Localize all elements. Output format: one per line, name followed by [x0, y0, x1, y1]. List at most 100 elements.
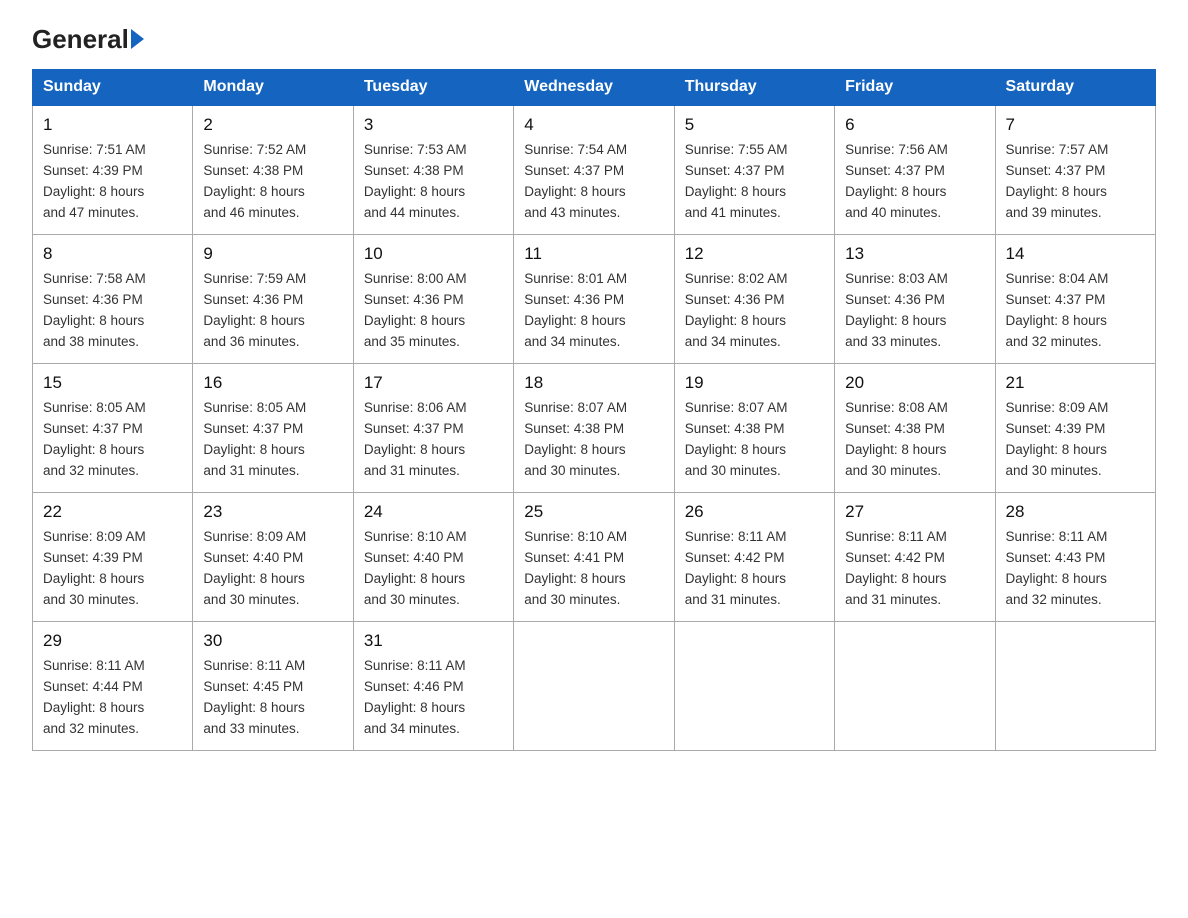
calendar-day-cell: 9 Sunrise: 7:59 AMSunset: 4:36 PMDaylight… [193, 235, 353, 364]
day-number: 24 [364, 499, 503, 525]
day-info: Sunrise: 8:09 AMSunset: 4:39 PMDaylight:… [1006, 400, 1109, 478]
header-saturday: Saturday [995, 70, 1155, 106]
day-number: 21 [1006, 370, 1145, 396]
calendar-day-cell: 27 Sunrise: 8:11 AMSunset: 4:42 PMDayligh… [835, 493, 995, 622]
logo-arrow-icon [131, 29, 144, 49]
day-number: 18 [524, 370, 663, 396]
header-wednesday: Wednesday [514, 70, 674, 106]
calendar-week-row: 8Sunrise: 7:58 AMSunset: 4:36 PMDaylight… [33, 235, 1156, 364]
calendar-day-cell: 24 Sunrise: 8:10 AMSunset: 4:40 PMDayligh… [353, 493, 513, 622]
day-number: 11 [524, 241, 663, 267]
calendar-day-cell: 2 Sunrise: 7:52 AMSunset: 4:38 PMDaylight… [193, 105, 353, 235]
day-number: 9 [203, 241, 342, 267]
calendar-day-cell: 13 Sunrise: 8:03 AMSunset: 4:36 PMDayligh… [835, 235, 995, 364]
day-number: 26 [685, 499, 824, 525]
calendar-day-cell: 12 Sunrise: 8:02 AMSunset: 4:36 PMDayligh… [674, 235, 834, 364]
day-info: Sunrise: 8:03 AMSunset: 4:36 PMDaylight:… [845, 271, 948, 349]
calendar-day-cell: 25 Sunrise: 8:10 AMSunset: 4:41 PMDayligh… [514, 493, 674, 622]
day-info: Sunrise: 8:11 AMSunset: 4:46 PMDaylight:… [364, 658, 466, 736]
calendar-day-cell: 8Sunrise: 7:58 AMSunset: 4:36 PMDaylight… [33, 235, 193, 364]
calendar-day-cell: 5Sunrise: 7:55 AMSunset: 4:37 PMDaylight… [674, 105, 834, 235]
calendar-day-cell: 3 Sunrise: 7:53 AMSunset: 4:38 PMDaylight… [353, 105, 513, 235]
calendar-day-cell: 20Sunrise: 8:08 AMSunset: 4:38 PMDayligh… [835, 364, 995, 493]
day-info: Sunrise: 8:01 AMSunset: 4:36 PMDaylight:… [524, 271, 627, 349]
day-number: 13 [845, 241, 984, 267]
logo: General [32, 24, 144, 51]
day-info: Sunrise: 8:05 AMSunset: 4:37 PMDaylight:… [203, 400, 306, 478]
calendar-day-cell: 18 Sunrise: 8:07 AMSunset: 4:38 PMDayligh… [514, 364, 674, 493]
calendar-day-cell: 19Sunrise: 8:07 AMSunset: 4:38 PMDayligh… [674, 364, 834, 493]
day-number: 20 [845, 370, 984, 396]
day-number: 12 [685, 241, 824, 267]
day-number: 31 [364, 628, 503, 654]
day-number: 4 [524, 112, 663, 138]
day-number: 6 [845, 112, 984, 138]
day-info: Sunrise: 7:54 AMSunset: 4:37 PMDaylight:… [524, 142, 627, 220]
calendar-table: SundayMondayTuesdayWednesdayThursdayFrid… [32, 69, 1156, 751]
day-info: Sunrise: 8:05 AMSunset: 4:37 PMDaylight:… [43, 400, 146, 478]
logo-general-text: General [32, 24, 144, 55]
day-number: 1 [43, 112, 182, 138]
day-number: 27 [845, 499, 984, 525]
day-info: Sunrise: 7:53 AMSunset: 4:38 PMDaylight:… [364, 142, 467, 220]
day-info: Sunrise: 8:11 AMSunset: 4:45 PMDaylight:… [203, 658, 305, 736]
day-info: Sunrise: 8:11 AMSunset: 4:42 PMDaylight:… [845, 529, 947, 607]
calendar-day-cell: 28 Sunrise: 8:11 AMSunset: 4:43 PMDayligh… [995, 493, 1155, 622]
day-info: Sunrise: 7:57 AMSunset: 4:37 PMDaylight:… [1006, 142, 1109, 220]
calendar-day-cell: 11 Sunrise: 8:01 AMSunset: 4:36 PMDayligh… [514, 235, 674, 364]
day-info: Sunrise: 8:11 AMSunset: 4:42 PMDaylight:… [685, 529, 787, 607]
day-info: Sunrise: 8:02 AMSunset: 4:36 PMDaylight:… [685, 271, 788, 349]
day-number: 29 [43, 628, 182, 654]
calendar-day-cell: 14Sunrise: 8:04 AMSunset: 4:37 PMDayligh… [995, 235, 1155, 364]
calendar-day-cell: 16 Sunrise: 8:05 AMSunset: 4:37 PMDayligh… [193, 364, 353, 493]
calendar-day-cell: 4 Sunrise: 7:54 AMSunset: 4:37 PMDaylight… [514, 105, 674, 235]
calendar-day-cell: 17 Sunrise: 8:06 AMSunset: 4:37 PMDayligh… [353, 364, 513, 493]
calendar-day-cell [995, 622, 1155, 751]
calendar-day-cell [835, 622, 995, 751]
calendar-day-cell: 7 Sunrise: 7:57 AMSunset: 4:37 PMDaylight… [995, 105, 1155, 235]
day-info: Sunrise: 7:58 AMSunset: 4:36 PMDaylight:… [43, 271, 146, 349]
day-info: Sunrise: 8:09 AMSunset: 4:39 PMDaylight:… [43, 529, 146, 607]
day-info: Sunrise: 8:07 AMSunset: 4:38 PMDaylight:… [524, 400, 627, 478]
day-info: Sunrise: 8:10 AMSunset: 4:40 PMDaylight:… [364, 529, 467, 607]
day-info: Sunrise: 8:09 AMSunset: 4:40 PMDaylight:… [203, 529, 306, 607]
day-number: 5 [685, 112, 824, 138]
calendar-day-cell: 30 Sunrise: 8:11 AMSunset: 4:45 PMDayligh… [193, 622, 353, 751]
day-info: Sunrise: 7:52 AMSunset: 4:38 PMDaylight:… [203, 142, 306, 220]
day-info: Sunrise: 7:56 AMSunset: 4:37 PMDaylight:… [845, 142, 948, 220]
calendar-day-cell [674, 622, 834, 751]
day-number: 3 [364, 112, 503, 138]
day-info: Sunrise: 8:00 AMSunset: 4:36 PMDaylight:… [364, 271, 467, 349]
day-info: Sunrise: 8:11 AMSunset: 4:44 PMDaylight:… [43, 658, 145, 736]
day-info: Sunrise: 8:10 AMSunset: 4:41 PMDaylight:… [524, 529, 627, 607]
calendar-day-cell: 21 Sunrise: 8:09 AMSunset: 4:39 PMDayligh… [995, 364, 1155, 493]
page-header: General [32, 24, 1156, 51]
day-number: 30 [203, 628, 342, 654]
day-number: 19 [685, 370, 824, 396]
calendar-day-cell: 22 Sunrise: 8:09 AMSunset: 4:39 PMDayligh… [33, 493, 193, 622]
calendar-header-row: SundayMondayTuesdayWednesdayThursdayFrid… [33, 70, 1156, 106]
day-info: Sunrise: 7:59 AMSunset: 4:36 PMDaylight:… [203, 271, 306, 349]
day-info: Sunrise: 8:06 AMSunset: 4:37 PMDaylight:… [364, 400, 467, 478]
day-number: 7 [1006, 112, 1145, 138]
calendar-day-cell: 26 Sunrise: 8:11 AMSunset: 4:42 PMDayligh… [674, 493, 834, 622]
calendar-week-row: 29 Sunrise: 8:11 AMSunset: 4:44 PMDayligh… [33, 622, 1156, 751]
day-number: 2 [203, 112, 342, 138]
calendar-week-row: 22 Sunrise: 8:09 AMSunset: 4:39 PMDayligh… [33, 493, 1156, 622]
day-number: 28 [1006, 499, 1145, 525]
header-friday: Friday [835, 70, 995, 106]
calendar-day-cell: 23 Sunrise: 8:09 AMSunset: 4:40 PMDayligh… [193, 493, 353, 622]
day-number: 22 [43, 499, 182, 525]
day-info: Sunrise: 8:04 AMSunset: 4:37 PMDaylight:… [1006, 271, 1109, 349]
day-info: Sunrise: 8:11 AMSunset: 4:43 PMDaylight:… [1006, 529, 1108, 607]
header-tuesday: Tuesday [353, 70, 513, 106]
calendar-week-row: 15Sunrise: 8:05 AMSunset: 4:37 PMDayligh… [33, 364, 1156, 493]
day-number: 23 [203, 499, 342, 525]
day-number: 25 [524, 499, 663, 525]
calendar-week-row: 1Sunrise: 7:51 AMSunset: 4:39 PMDaylight… [33, 105, 1156, 235]
calendar-day-cell: 31 Sunrise: 8:11 AMSunset: 4:46 PMDayligh… [353, 622, 513, 751]
calendar-day-cell [514, 622, 674, 751]
day-number: 17 [364, 370, 503, 396]
day-number: 16 [203, 370, 342, 396]
calendar-day-cell: 1Sunrise: 7:51 AMSunset: 4:39 PMDaylight… [33, 105, 193, 235]
